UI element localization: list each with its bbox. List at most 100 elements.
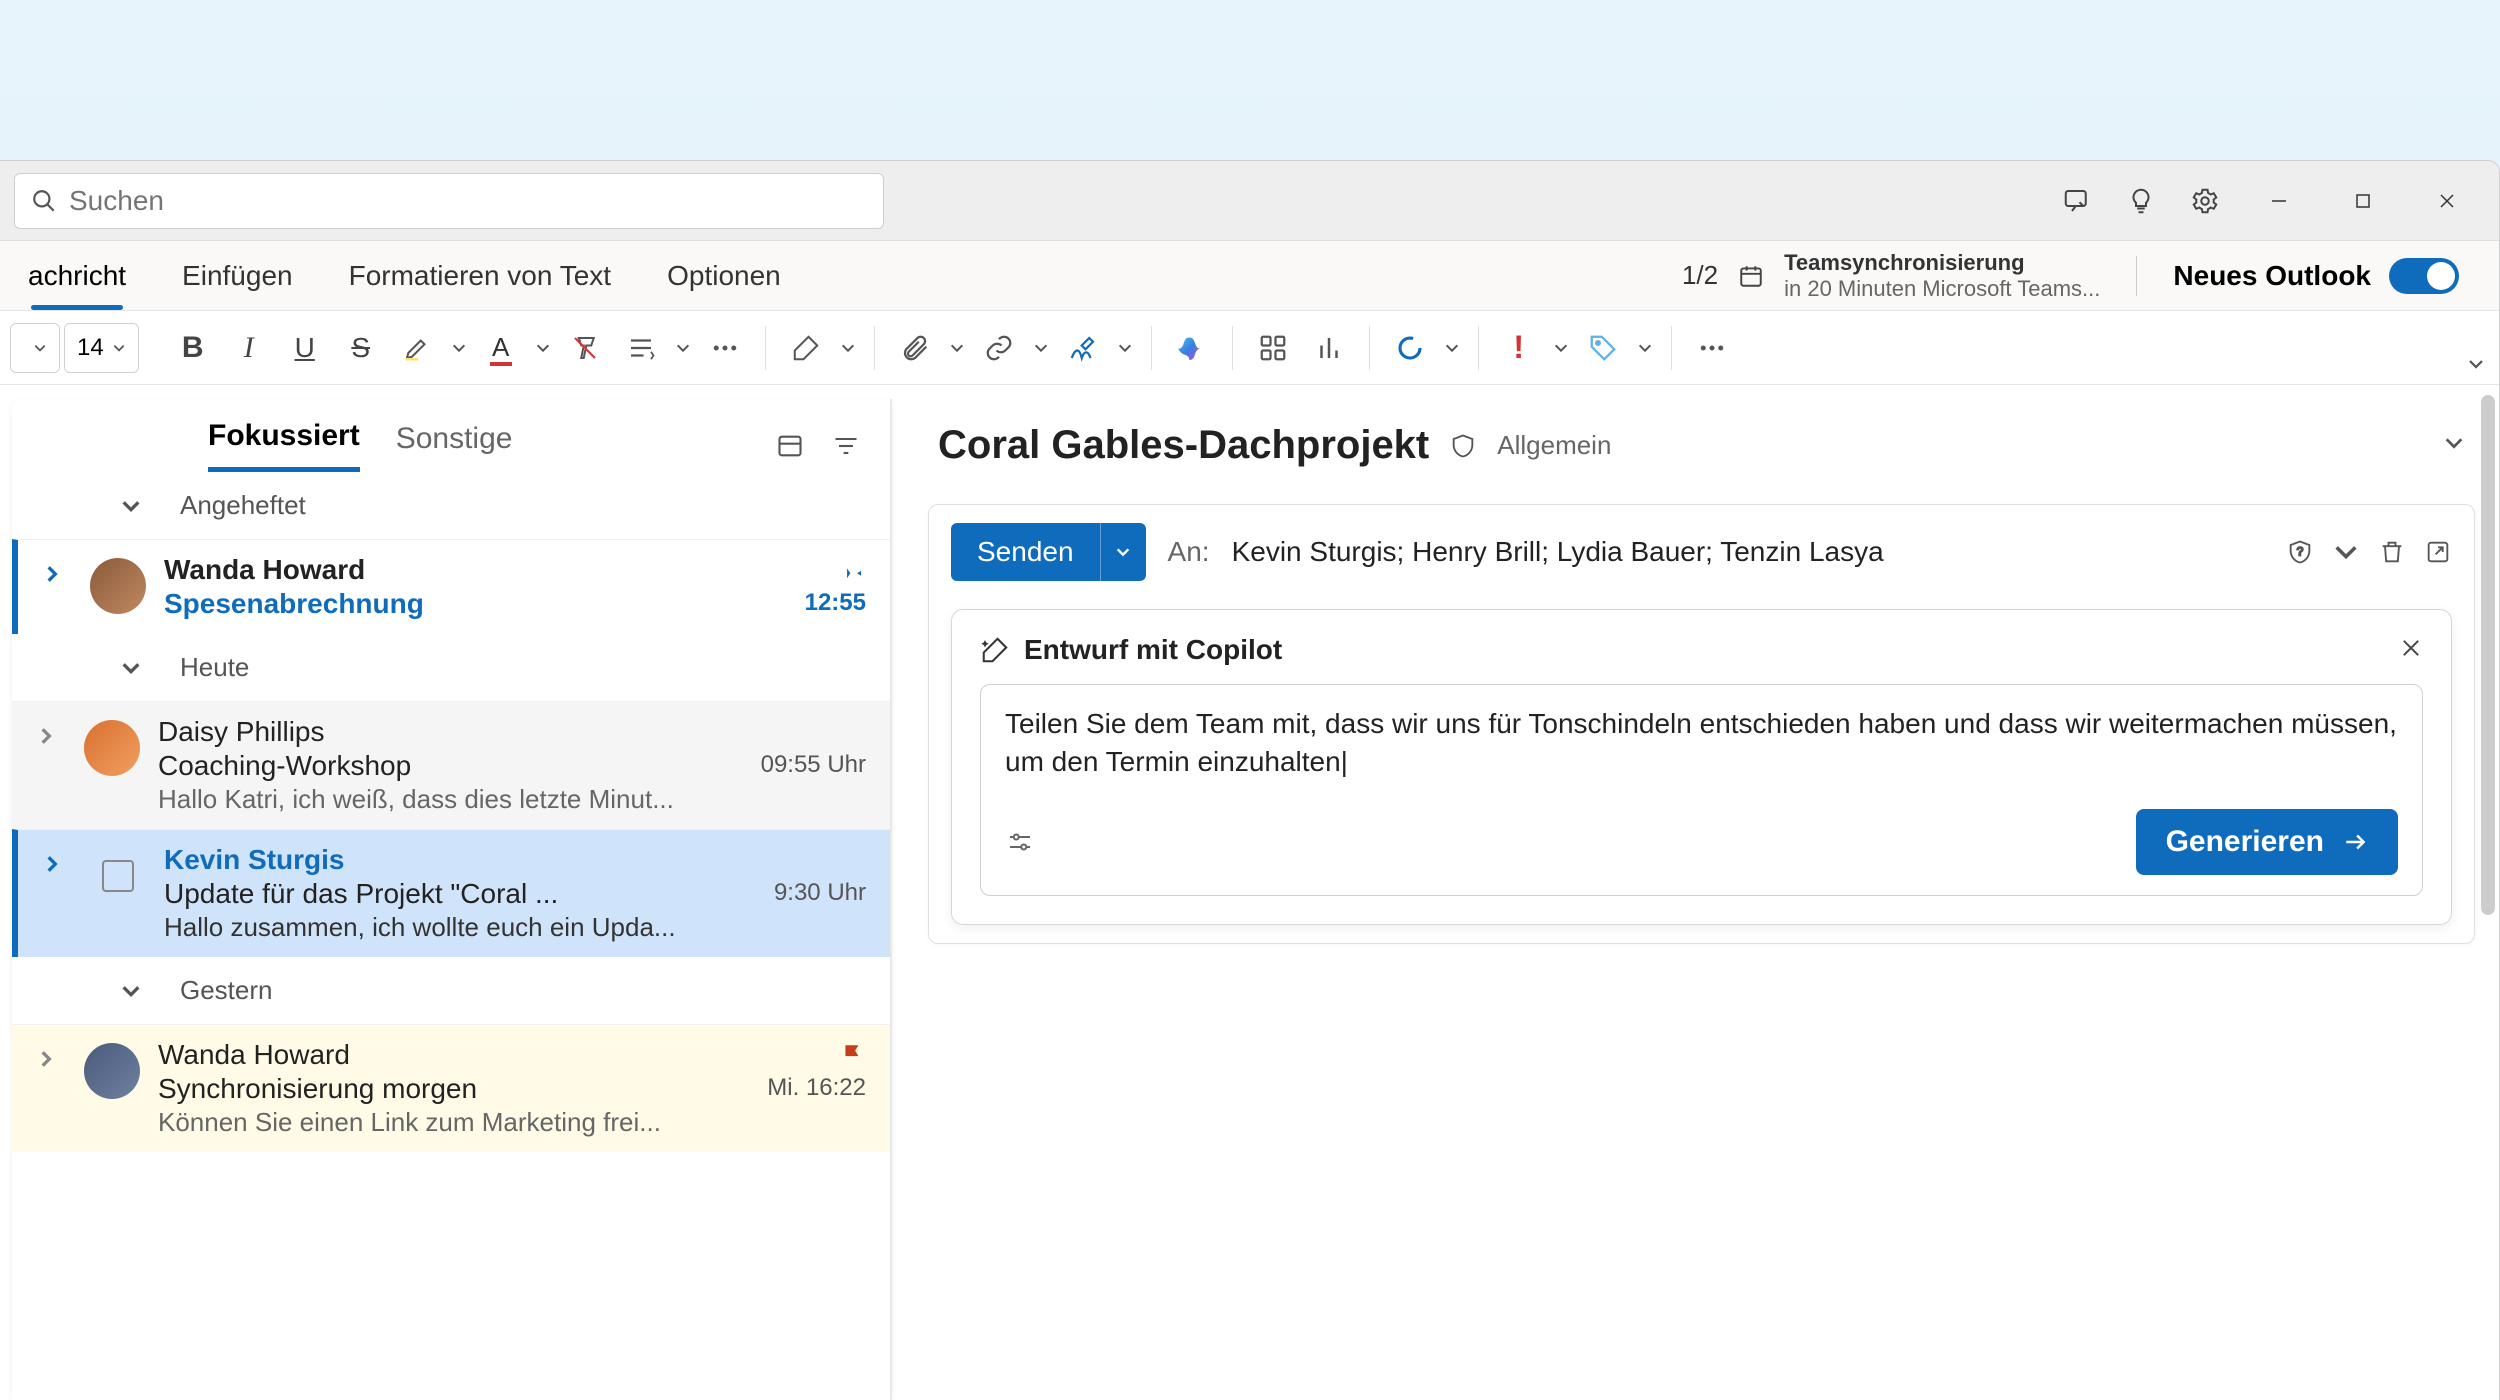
message-item-selected[interactable]: Kevin Sturgis Update für das Projekt "Co… — [12, 829, 890, 957]
underline-button[interactable]: U — [279, 322, 331, 374]
to-recipients[interactable]: Kevin Sturgis; Henry Brill; Lydia Bauer;… — [1232, 536, 1884, 568]
maximize-button[interactable] — [2325, 173, 2401, 229]
attach-button[interactable] — [889, 322, 941, 374]
tag-button[interactable] — [1577, 322, 1629, 374]
loop-button[interactable] — [1384, 322, 1436, 374]
tab-insert[interactable]: Einfügen — [154, 241, 321, 310]
paragraph-button[interactable] — [615, 322, 667, 374]
message-subject: Update für das Projekt "Coral ... — [164, 878, 558, 910]
font-color-dropdown[interactable] — [531, 322, 555, 374]
strikethrough-button[interactable]: S — [335, 322, 387, 374]
font-size-value: 14 — [77, 334, 104, 362]
copilot-button[interactable] — [1166, 322, 1218, 374]
ribbon-expand-button[interactable] — [2467, 355, 2485, 378]
delete-icon[interactable] — [2378, 538, 2406, 566]
clear-format-button[interactable] — [559, 322, 611, 374]
compose-more-dropdown[interactable] — [2332, 538, 2360, 566]
calendar-reminder[interactable]: Teamsynchronisierung in 20 Minuten Micro… — [1784, 250, 2100, 301]
tab-other[interactable]: Sonstige — [396, 422, 513, 470]
minimize-button[interactable] — [2241, 173, 2317, 229]
svg-text:?: ? — [2297, 546, 2304, 559]
message-time: 9:30 Uhr — [774, 879, 866, 907]
tab-focused[interactable]: Fokussiert — [208, 419, 360, 472]
group-pinned-label: Angeheftet — [180, 490, 306, 521]
generate-button[interactable]: Generieren — [2136, 809, 2398, 875]
signature-dropdown[interactable] — [1113, 322, 1137, 374]
tab-options[interactable]: Optionen — [639, 241, 809, 310]
sensitivity-icon[interactable]: ? — [2286, 538, 2314, 566]
highlight-button[interactable] — [391, 322, 443, 374]
search-box[interactable] — [14, 173, 884, 229]
link-dropdown[interactable] — [1029, 322, 1053, 374]
importance-dropdown[interactable] — [1549, 322, 1573, 374]
new-outlook-toggle[interactable] — [2389, 258, 2459, 294]
chevron-down-icon — [120, 495, 142, 517]
new-outlook-label: Neues Outlook — [2173, 260, 2371, 292]
popout-icon[interactable] — [2424, 538, 2452, 566]
tab-format-text[interactable]: Formatieren von Text — [321, 241, 640, 310]
message-preview: Hallo zusammen, ich wollte euch ein Upda… — [164, 912, 866, 943]
poll-button[interactable] — [1303, 322, 1355, 374]
tag-dropdown[interactable] — [1633, 322, 1657, 374]
filter-icon[interactable] — [832, 432, 860, 460]
expand-caret-icon[interactable] — [36, 716, 66, 751]
more-formatting-button[interactable] — [699, 322, 751, 374]
message-item[interactable]: Wanda Howard Spesenabrechnung 12:55 — [12, 539, 890, 634]
apps-button[interactable] — [1247, 322, 1299, 374]
close-button[interactable] — [2409, 173, 2485, 229]
paragraph-dropdown[interactable] — [671, 322, 695, 374]
highlight-dropdown[interactable] — [447, 322, 471, 374]
message-subject: Coaching-Workshop — [158, 750, 411, 782]
tab-message[interactable]: achricht — [0, 241, 154, 310]
feedback-icon[interactable] — [2049, 173, 2105, 229]
expand-caret-icon[interactable] — [36, 1039, 66, 1074]
expand-caret-icon[interactable] — [42, 554, 72, 589]
layout-icon[interactable] — [776, 432, 804, 460]
signature-button[interactable] — [1057, 322, 1109, 374]
send-button[interactable]: Senden — [951, 523, 1100, 581]
expand-caret-icon[interactable] — [42, 844, 72, 879]
message-item[interactable]: Daisy Phillips Coaching-Workshop 09:55 U… — [12, 701, 890, 829]
scrollbar[interactable] — [2481, 395, 2495, 915]
group-today[interactable]: Heute — [12, 634, 890, 701]
bold-button[interactable]: B — [167, 322, 219, 374]
copilot-prompt-input[interactable]: Teilen Sie dem Team mit, dass wir uns fü… — [1005, 705, 2398, 785]
message-subject: Synchronisierung morgen — [158, 1073, 477, 1105]
copilot-draft-icon — [980, 635, 1010, 665]
link-button[interactable] — [973, 322, 1025, 374]
sender-name: Daisy Phillips — [158, 716, 325, 748]
calendar-icon[interactable] — [1738, 263, 1764, 289]
copilot-close-button[interactable] — [2399, 636, 2423, 665]
font-color-button[interactable]: A — [475, 322, 527, 374]
message-preview: Hallo Katri, ich weiß, dass dies letzte … — [158, 784, 866, 815]
settings-icon[interactable] — [2177, 173, 2233, 229]
importance-button[interactable]: ! — [1493, 322, 1545, 374]
message-time: 09:55 Uhr — [761, 751, 866, 779]
group-pinned[interactable]: Angeheftet — [12, 472, 890, 539]
attach-dropdown[interactable] — [945, 322, 969, 374]
styles-dropdown[interactable] — [836, 322, 860, 374]
reminder-title: Teamsynchronisierung — [1784, 250, 2100, 275]
group-yesterday-label: Gestern — [180, 975, 273, 1006]
loop-dropdown[interactable] — [1440, 322, 1464, 374]
message-time: 12:55 — [805, 589, 866, 617]
more-ribbon-button[interactable] — [1686, 322, 1738, 374]
message-item[interactable]: Wanda Howard Synchronisierung morgen Mi.… — [12, 1024, 890, 1152]
font-size-dropdown[interactable]: 14 — [64, 323, 139, 373]
search-input[interactable] — [69, 185, 867, 217]
group-yesterday[interactable]: Gestern — [12, 957, 890, 1024]
styles-button[interactable] — [780, 322, 832, 374]
shield-icon — [1449, 432, 1477, 460]
adjust-icon[interactable] — [1005, 827, 1035, 857]
italic-button[interactable]: I — [223, 322, 275, 374]
select-checkbox[interactable] — [90, 848, 146, 904]
font-family-dropdown[interactable] — [10, 323, 60, 373]
send-dropdown[interactable] — [1100, 523, 1146, 581]
arrow-right-icon — [2342, 829, 2368, 855]
sender-name: Wanda Howard — [164, 554, 365, 586]
subject-collapse-button[interactable] — [2443, 432, 2465, 459]
avatar — [84, 720, 140, 776]
sender-name: Kevin Sturgis — [164, 844, 344, 876]
lightbulb-icon[interactable] — [2113, 173, 2169, 229]
copilot-title: Entwurf mit Copilot — [1024, 634, 1282, 666]
